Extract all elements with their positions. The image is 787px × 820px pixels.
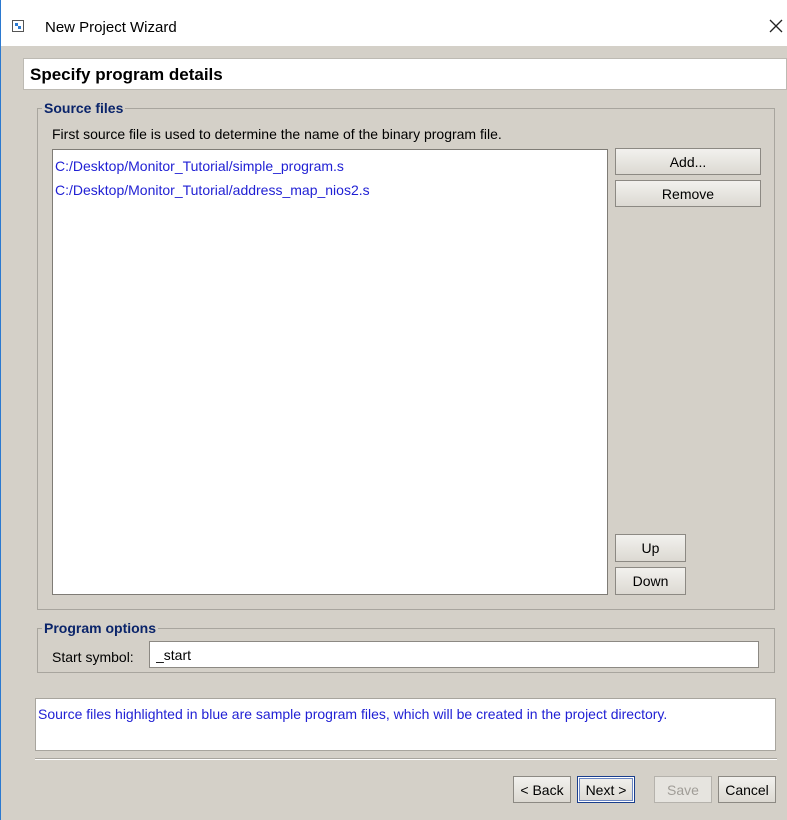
info-message-box: Source files highlighted in blue are sam… xyxy=(35,698,776,751)
footer-separator xyxy=(35,758,777,760)
window-title: New Project Wizard xyxy=(45,19,177,36)
back-button[interactable]: < Back xyxy=(513,776,571,803)
title-bar: New Project Wizard xyxy=(1,0,787,46)
new-project-wizard-window: New Project Wizard Specify program detai… xyxy=(0,0,787,820)
list-item[interactable]: C:/Desktop/Monitor_Tutorial/simple_progr… xyxy=(53,154,607,178)
start-symbol-input[interactable] xyxy=(149,641,759,668)
next-button[interactable]: Next > xyxy=(577,776,635,803)
list-item[interactable]: C:/Desktop/Monitor_Tutorial/address_map_… xyxy=(53,178,607,202)
source-files-legend: Source files xyxy=(42,100,126,116)
info-message: Source files highlighted in blue are sam… xyxy=(38,706,668,722)
source-files-group: Source files First source file is used t… xyxy=(37,100,775,610)
app-window-icon xyxy=(12,20,24,32)
add-file-button[interactable]: Add... xyxy=(615,148,761,175)
source-file-list[interactable]: C:/Desktop/Monitor_Tutorial/simple_progr… xyxy=(52,149,608,595)
move-up-button[interactable]: Up xyxy=(615,534,686,562)
remove-file-button[interactable]: Remove xyxy=(615,180,761,207)
close-icon xyxy=(769,19,783,33)
program-options-legend: Program options xyxy=(42,620,159,636)
move-down-button[interactable]: Down xyxy=(615,567,686,595)
page-title: Specify program details xyxy=(30,65,223,84)
source-files-hint: First source file is used to determine t… xyxy=(52,126,502,142)
cancel-button[interactable]: Cancel xyxy=(718,776,776,803)
save-button: Save xyxy=(654,776,712,803)
start-symbol-label: Start symbol: xyxy=(52,649,134,665)
program-options-group: Program options Start symbol: xyxy=(37,620,775,673)
page-header: Specify program details xyxy=(23,58,787,90)
close-button[interactable] xyxy=(765,14,787,38)
